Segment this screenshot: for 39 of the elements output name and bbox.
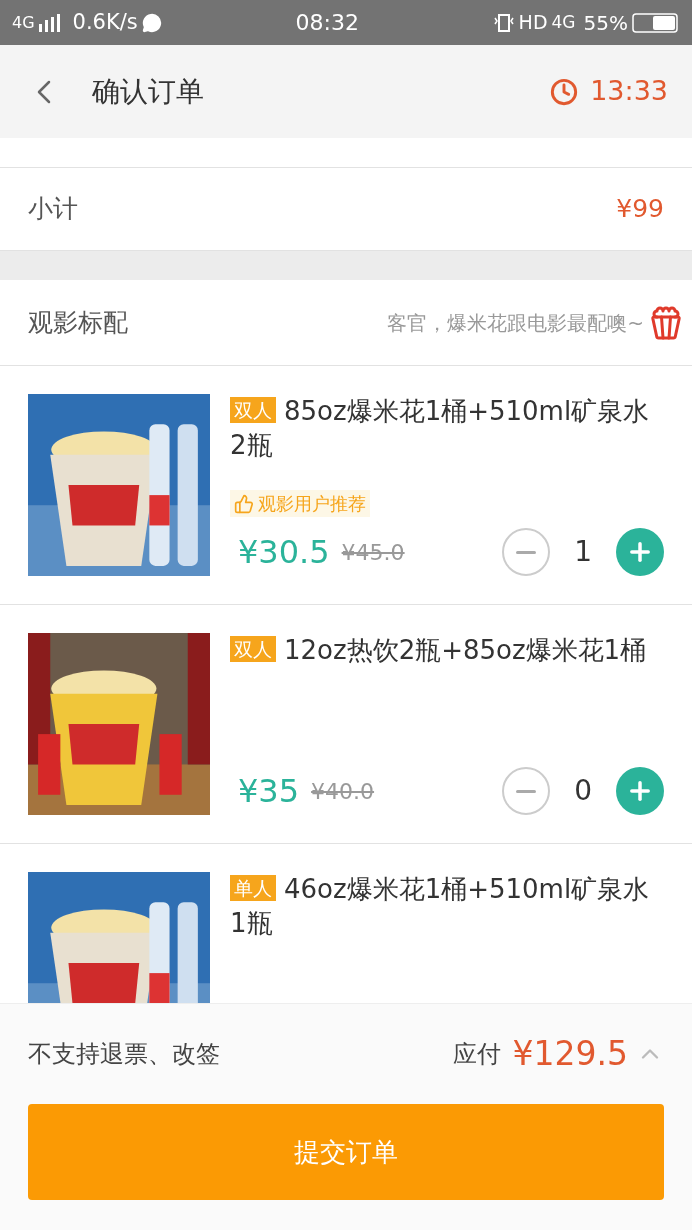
refund-notice: 不支持退票、改签 — [28, 1039, 220, 1070]
signal-icon — [38, 13, 61, 32]
product-name: 双人 12oz热饮2瓶+85oz爆米花1桶 — [230, 633, 664, 667]
original-price: ¥45.0 — [341, 538, 405, 567]
amount-due: ¥129.5 — [512, 1033, 628, 1076]
battery-icon — [632, 12, 680, 33]
message-icon — [141, 12, 162, 33]
popcorn-icon — [648, 304, 684, 341]
thumbs-up-icon — [234, 493, 254, 514]
subtotal-label: 小计 — [28, 193, 78, 226]
countdown-timer: 13:33 — [590, 74, 668, 109]
network-label: 4G — [12, 11, 35, 34]
submit-order-button[interactable]: 提交订单 — [28, 1104, 664, 1200]
decrease-button[interactable] — [502, 528, 551, 576]
quantity: 1 — [574, 534, 592, 570]
subtotal-value: ¥99 — [616, 193, 664, 226]
increase-button[interactable] — [616, 767, 664, 815]
original-price: ¥40.0 — [311, 777, 375, 806]
vibrate-icon — [492, 12, 515, 33]
amount-due-label: 应付 — [452, 1039, 501, 1070]
clock-time: 08:32 — [295, 9, 359, 37]
price: ¥30.5 — [238, 532, 330, 573]
section-title: 观影标配 — [28, 306, 128, 339]
decrease-button[interactable] — [502, 767, 551, 815]
data-label: 4G — [551, 10, 576, 34]
page-title: 确认订单 — [92, 73, 204, 110]
product-name: 双人 85oz爆米花1桶+510ml矿泉水2瓶 — [230, 395, 651, 462]
recommend-label: 观影用户推荐 — [258, 492, 366, 516]
network-speed: 0.6K/s — [72, 8, 138, 36]
price: ¥35 — [238, 771, 300, 812]
quantity: 0 — [574, 773, 592, 809]
minus-icon — [516, 789, 537, 793]
hd-label: HD — [518, 10, 548, 36]
clock-icon — [550, 77, 579, 106]
battery-level: 55% — [583, 9, 628, 37]
increase-button[interactable] — [616, 528, 664, 576]
section-hint: 客官，爆米花跟电影最配噢~ — [387, 309, 644, 337]
minus-icon — [516, 550, 537, 554]
product-name: 单人 46oz爆米花1桶+510ml矿泉水1瓶 — [230, 873, 651, 940]
